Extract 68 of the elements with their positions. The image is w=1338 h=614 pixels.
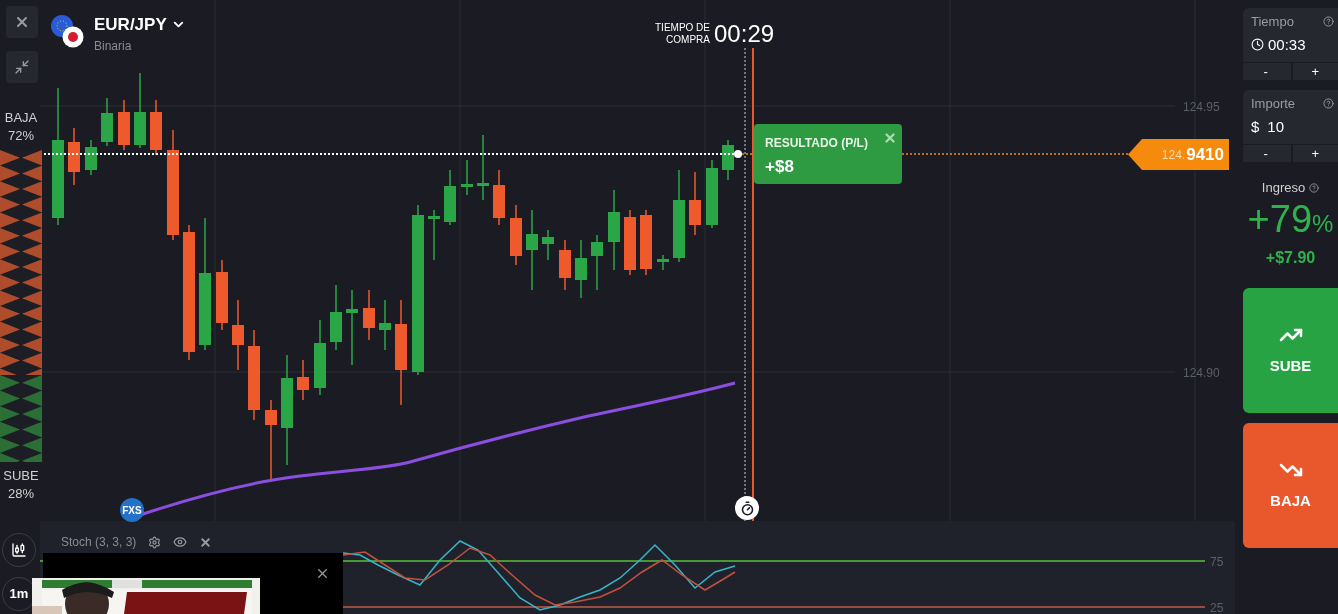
japan-flag-icon xyxy=(62,26,84,48)
candle xyxy=(379,299,391,351)
asset-type: Binaria xyxy=(94,38,132,55)
indicator-axis-label: 75 xyxy=(1210,554,1224,571)
purchase-time-label: TIEMPO DE COMPRA xyxy=(655,22,710,46)
field-label: Tiempo xyxy=(1251,13,1294,31)
candle xyxy=(150,99,162,156)
close-button[interactable] xyxy=(6,6,38,38)
help-icon[interactable] xyxy=(1309,182,1320,193)
payout-percent: +79% xyxy=(1246,199,1335,238)
source-badge: FXS xyxy=(120,498,144,522)
settings-icon[interactable] xyxy=(148,535,162,549)
candle xyxy=(640,209,652,276)
candle xyxy=(118,99,130,151)
sentiment-label: BAJA xyxy=(4,109,38,127)
current-price-tag: 124.9410 xyxy=(1128,139,1229,170)
field-label: Importe xyxy=(1251,95,1296,113)
candle xyxy=(428,209,440,261)
candle xyxy=(510,204,522,266)
candle xyxy=(461,159,473,196)
candle xyxy=(216,259,228,331)
eye-icon[interactable] xyxy=(173,535,188,549)
candlestick-icon xyxy=(11,542,27,558)
candle xyxy=(297,359,309,401)
help-icon[interactable] xyxy=(1323,98,1334,110)
candle xyxy=(330,284,342,351)
price-marker xyxy=(734,150,742,158)
close-icon[interactable] xyxy=(199,535,213,549)
result-title: RESULTADO (P/L) xyxy=(765,135,869,152)
close-icon[interactable] xyxy=(315,566,330,581)
sentiment-percent: 28% xyxy=(8,485,34,503)
purchase-timer: 00:29 xyxy=(714,19,775,49)
candle xyxy=(232,299,244,371)
sentiment-label: SUBE xyxy=(3,467,39,485)
asset-selector[interactable]: EUR/JPY xyxy=(94,12,186,38)
candle xyxy=(444,169,456,226)
candle xyxy=(591,234,603,291)
clock-icon xyxy=(1251,38,1264,52)
time-field[interactable]: 00:33 xyxy=(1251,33,1330,56)
candle xyxy=(101,97,113,147)
candle xyxy=(575,239,587,299)
help-icon[interactable] xyxy=(1323,16,1334,28)
candle xyxy=(722,139,734,181)
price-axis-label: 124.95 xyxy=(1183,99,1220,116)
indicator-name: Stoch (3, 3, 3) xyxy=(61,534,137,551)
collapse-icon xyxy=(14,59,30,75)
amount-field[interactable]: $ 10 xyxy=(1251,115,1330,138)
candle xyxy=(542,229,554,261)
sentiment-percent: 72% xyxy=(8,127,34,145)
candle xyxy=(559,239,571,291)
result-value: +$8 xyxy=(765,156,795,178)
candle xyxy=(624,209,636,276)
price-axis-label: 124.90 xyxy=(1183,365,1220,382)
candle xyxy=(477,134,489,201)
stopwatch-icon[interactable] xyxy=(735,496,759,520)
payout-label: Ingreso xyxy=(1261,179,1306,197)
close-icon xyxy=(14,14,30,30)
candle xyxy=(689,171,701,236)
payout-profit: +$7.90 xyxy=(1264,247,1317,268)
collapse-button[interactable] xyxy=(6,51,38,83)
candle xyxy=(68,127,80,186)
down-button[interactable]: BAJA xyxy=(1243,422,1338,548)
candle xyxy=(85,139,97,176)
candle xyxy=(657,254,669,271)
candle xyxy=(706,159,718,229)
candle xyxy=(493,169,505,226)
indicator-axis-label: 25 xyxy=(1210,600,1224,614)
candle xyxy=(363,289,375,341)
